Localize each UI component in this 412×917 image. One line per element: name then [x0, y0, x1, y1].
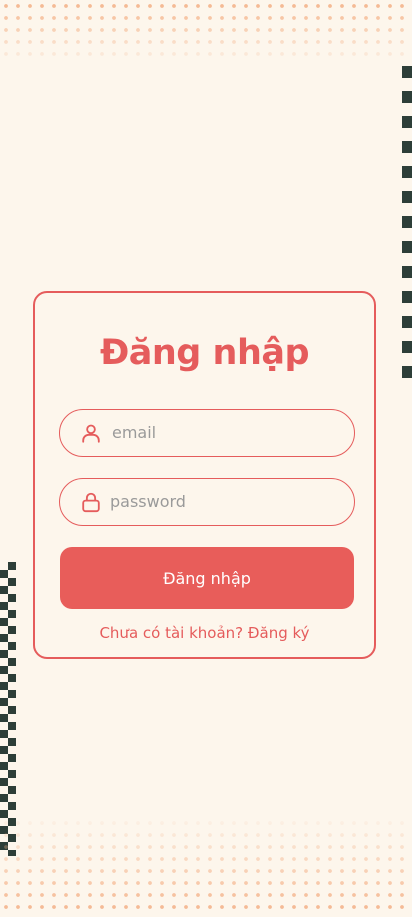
dot-pattern-top	[0, 0, 412, 64]
lock-icon	[82, 492, 100, 513]
password-field[interactable]	[59, 478, 355, 526]
user-icon	[82, 424, 100, 443]
register-link[interactable]: Chưa có tài khoản? Đăng ký	[35, 623, 374, 643]
dot-pattern-bottom	[0, 817, 412, 917]
email-input[interactable]	[112, 410, 342, 455]
login-card: Đăng nhập Đăng nhập Chưa có tài khoản? Đ…	[33, 291, 376, 659]
password-input[interactable]	[110, 479, 340, 524]
decorative-dash-strip	[402, 66, 412, 378]
login-button[interactable]: Đăng nhập	[60, 547, 354, 609]
login-title: Đăng nhập	[99, 333, 310, 373]
decorative-checker-strip	[0, 562, 16, 856]
email-field[interactable]	[59, 409, 355, 457]
